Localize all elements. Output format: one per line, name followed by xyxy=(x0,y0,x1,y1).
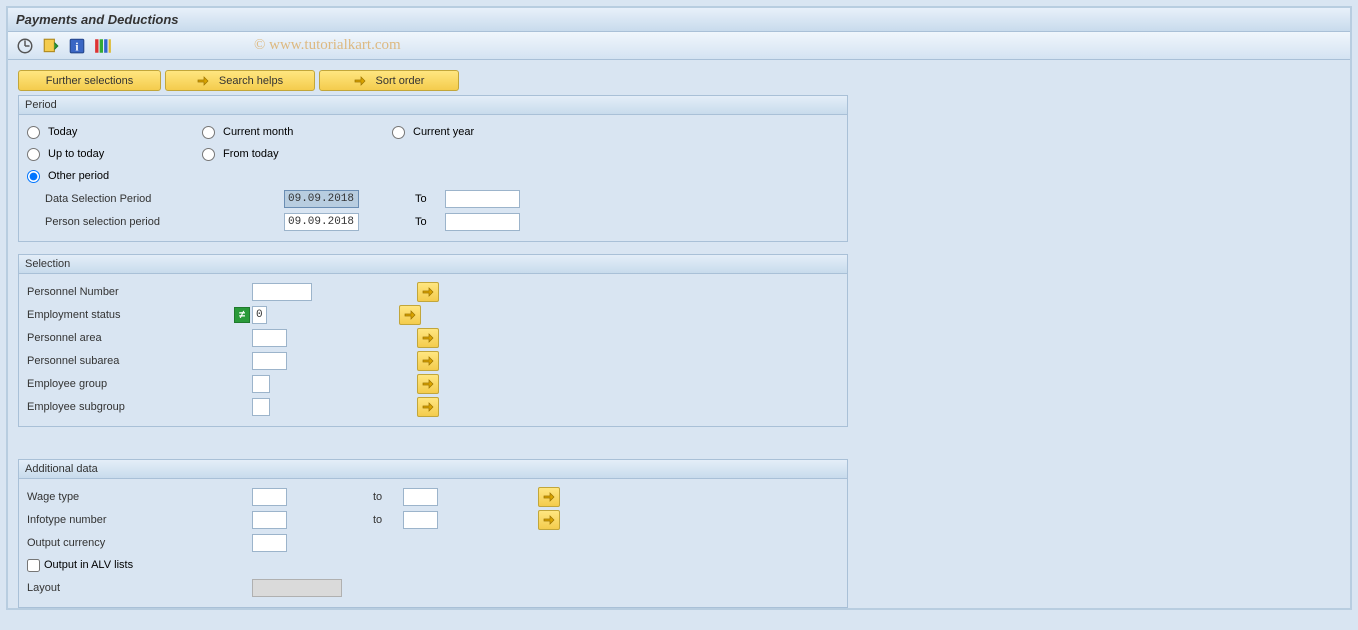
layout-input xyxy=(252,579,342,597)
data-selection-label: Data Selection Period xyxy=(27,193,284,205)
radio-current-year-label: Current year xyxy=(413,126,474,138)
person-selection-label: Person selection period xyxy=(27,216,284,228)
sort-order-button[interactable]: Sort order xyxy=(319,70,459,91)
data-selection-to-input[interactable] xyxy=(445,190,520,208)
variant-icon[interactable] xyxy=(42,37,60,55)
data-selection-from-input[interactable] xyxy=(284,190,359,208)
radio-today-label: Today xyxy=(48,126,77,138)
employee-subgroup-label: Employee subgroup xyxy=(27,401,252,413)
color-legend-icon[interactable] xyxy=(94,37,112,55)
info-icon[interactable]: i xyxy=(68,37,86,55)
further-selections-button[interactable]: Further selections xyxy=(18,70,161,91)
selection-groupbox: Selection Personnel Number Employment st… xyxy=(18,254,848,427)
watermark: © www.tutorialkart.com xyxy=(254,37,401,54)
personnel-area-label: Personnel area xyxy=(27,332,252,344)
wage-type-from-input[interactable] xyxy=(252,488,287,506)
multi-select-button[interactable] xyxy=(399,305,421,325)
selection-button-row: Further selections Search helps Sort ord… xyxy=(18,70,1340,91)
svg-text:i: i xyxy=(75,41,78,53)
employee-group-label: Employee group xyxy=(27,378,252,390)
radio-today[interactable]: Today xyxy=(27,126,202,139)
radio-other-period-label: Other period xyxy=(48,170,109,182)
employee-subgroup-input[interactable] xyxy=(252,398,270,416)
person-selection-from-input[interactable] xyxy=(284,213,359,231)
not-equal-icon[interactable]: ≠ xyxy=(234,307,250,323)
radio-current-year[interactable]: Current year xyxy=(392,126,572,139)
sort-order-label: Sort order xyxy=(376,75,425,87)
personnel-number-input[interactable] xyxy=(252,283,312,301)
multi-select-button[interactable] xyxy=(417,328,439,348)
additional-data-groupbox: Additional data Wage type to Infotype nu… xyxy=(18,459,848,608)
selection-title: Selection xyxy=(19,255,847,274)
execute-icon[interactable] xyxy=(16,37,34,55)
radio-from-today[interactable]: From today xyxy=(202,148,392,161)
personnel-subarea-input[interactable] xyxy=(252,352,287,370)
output-currency-input[interactable] xyxy=(252,534,287,552)
infotype-number-label: Infotype number xyxy=(27,514,252,526)
multi-select-button[interactable] xyxy=(417,351,439,371)
layout-label: Layout xyxy=(27,582,252,594)
multi-select-button[interactable] xyxy=(538,510,560,530)
radio-up-to-today[interactable]: Up to today xyxy=(27,148,202,161)
search-helps-label: Search helps xyxy=(219,75,283,87)
personnel-number-label: Personnel Number xyxy=(27,286,252,298)
radio-up-to-today-label: Up to today xyxy=(48,148,104,160)
employee-group-input[interactable] xyxy=(252,375,270,393)
to-label: To xyxy=(415,193,445,205)
infotype-number-to-input[interactable] xyxy=(403,511,438,529)
output-alv-checkbox[interactable] xyxy=(27,559,40,572)
employment-status-input[interactable] xyxy=(252,306,267,324)
multi-select-button[interactable] xyxy=(417,282,439,302)
multi-select-button[interactable] xyxy=(417,374,439,394)
radio-from-today-label: From today xyxy=(223,148,279,160)
additional-data-title: Additional data xyxy=(19,460,847,479)
to-label: to xyxy=(373,514,403,526)
period-groupbox: Period Today Current month Current year … xyxy=(18,95,848,242)
wage-type-to-input[interactable] xyxy=(403,488,438,506)
multi-select-button[interactable] xyxy=(538,487,560,507)
icon-toolbar: i © www.tutorialkart.com xyxy=(8,32,1350,60)
further-selections-label: Further selections xyxy=(46,75,133,87)
radio-other-period[interactable]: Other period xyxy=(27,170,202,183)
radio-current-month[interactable]: Current month xyxy=(202,126,392,139)
output-alv-label: Output in ALV lists xyxy=(44,559,133,571)
personnel-area-input[interactable] xyxy=(252,329,287,347)
infotype-number-from-input[interactable] xyxy=(252,511,287,529)
wage-type-label: Wage type xyxy=(27,491,252,503)
employment-status-label: Employment status xyxy=(27,309,234,321)
person-selection-to-input[interactable] xyxy=(445,213,520,231)
title-bar: Payments and Deductions xyxy=(8,8,1350,32)
page-title: Payments and Deductions xyxy=(16,12,179,27)
to-label: to xyxy=(373,491,403,503)
period-title: Period xyxy=(19,96,847,115)
arrow-right-icon xyxy=(197,76,209,86)
output-currency-label: Output currency xyxy=(27,537,252,549)
personnel-subarea-label: Personnel subarea xyxy=(27,355,252,367)
search-helps-button[interactable]: Search helps xyxy=(165,70,315,91)
arrow-right-icon xyxy=(354,76,366,86)
multi-select-button[interactable] xyxy=(417,397,439,417)
to-label: To xyxy=(415,216,445,228)
radio-current-month-label: Current month xyxy=(223,126,293,138)
